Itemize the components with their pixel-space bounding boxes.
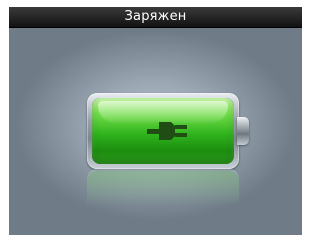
battery-indicator [87,93,255,169]
battery-body [87,93,239,169]
battery-inner [92,98,234,164]
battery-terminal [237,117,249,145]
battery-reflection [87,171,239,205]
device-screen: Заряжен [9,7,302,235]
status-title: Заряжен [124,9,187,24]
plug-icon [147,122,187,140]
status-bar: Заряжен [9,7,302,28]
